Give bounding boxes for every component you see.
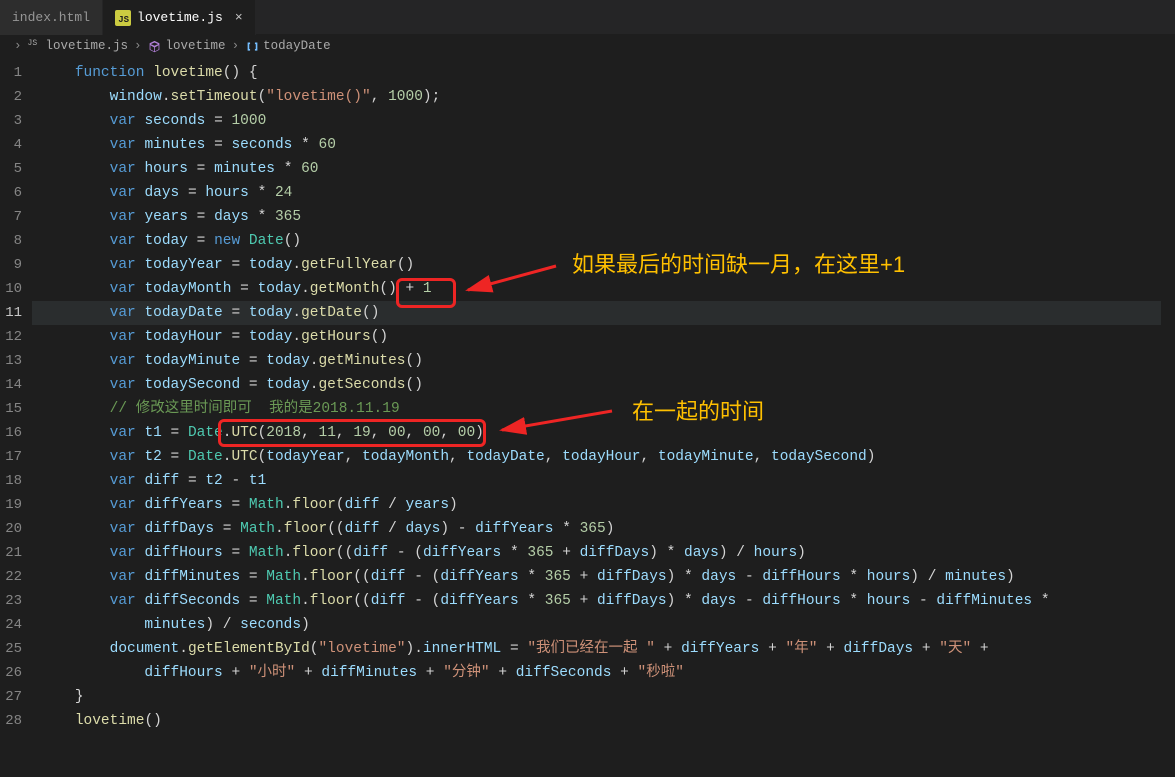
code-line[interactable]: window.setTimeout("lovetime()", 1000); [32, 85, 1175, 109]
code-line[interactable]: var diff = t2 - t1 [32, 469, 1175, 493]
code-line[interactable]: var today = new Date() [32, 229, 1175, 253]
breadcrumb-symbol[interactable]: lovetime [166, 39, 226, 53]
tab-label: lovetime.js [137, 10, 223, 25]
code-line[interactable]: var todayHour = today.getHours() [32, 325, 1175, 349]
tab-label: index.html [12, 10, 90, 25]
code-line[interactable]: var todaySecond = today.getSeconds() [32, 373, 1175, 397]
breadcrumb-file[interactable]: lovetime.js [46, 39, 129, 53]
code-line[interactable]: var hours = minutes * 60 [32, 157, 1175, 181]
code-line[interactable]: var minutes = seconds * 60 [32, 133, 1175, 157]
code-line[interactable]: var diffDays = Math.floor((diff / days) … [32, 517, 1175, 541]
code-line[interactable]: diffHours + "小时" + diffMinutes + "分钟" + … [32, 661, 1175, 685]
code-line[interactable]: var t2 = Date.UTC(todayYear, todayMonth,… [32, 445, 1175, 469]
code-line[interactable]: document.getElementById("lovetime").inne… [32, 637, 1175, 661]
chevron-right-icon: › [12, 39, 24, 53]
code-line[interactable]: } [32, 685, 1175, 709]
code-line[interactable]: var t1 = Date.UTC(2018, 11, 19, 00, 00, … [32, 421, 1175, 445]
code-line[interactable]: var diffSeconds = Math.floor((diff - (di… [32, 589, 1175, 613]
code-line[interactable]: var todayYear = today.getFullYear() [32, 253, 1175, 277]
code-line[interactable]: lovetime() [32, 709, 1175, 733]
code-line[interactable]: var diffYears = Math.floor(diff / years) [32, 493, 1175, 517]
code-line[interactable]: var diffMinutes = Math.floor((diff - (di… [32, 565, 1175, 589]
code-line[interactable]: var todayMonth = today.getMonth() + 1 [32, 277, 1175, 301]
code-line[interactable]: var days = hours * 24 [32, 181, 1175, 205]
code-line[interactable]: var diffHours = Math.floor((diff - (diff… [32, 541, 1175, 565]
code-line[interactable]: function lovetime() { [32, 61, 1175, 85]
code-line[interactable]: minutes) / seconds) [32, 613, 1175, 637]
tab-index-html[interactable]: index.html [0, 0, 103, 35]
cube-icon [148, 39, 162, 53]
js-icon: JS [115, 10, 131, 26]
chevron-right-icon: › [132, 39, 144, 53]
editor-tabs: index.html JS lovetime.js × [0, 0, 1175, 35]
code-editor[interactable]: 1234567891011121314151617181920212223242… [0, 57, 1175, 777]
chevron-right-icon: › [230, 39, 242, 53]
line-number-gutter: 1234567891011121314151617181920212223242… [0, 57, 32, 777]
tab-lovetime-js[interactable]: JS lovetime.js × [103, 0, 256, 35]
close-icon[interactable]: × [235, 10, 243, 25]
variable-icon [245, 39, 259, 53]
js-icon: JS [28, 39, 42, 53]
minimap[interactable] [1161, 57, 1175, 777]
breadcrumb: › JS lovetime.js › lovetime › todayDate [0, 35, 1175, 57]
code-line[interactable]: var todayMinute = today.getMinutes() [32, 349, 1175, 373]
code-line[interactable]: var seconds = 1000 [32, 109, 1175, 133]
code-line[interactable]: var todayDate = today.getDate() [32, 301, 1175, 325]
code-area[interactable]: function lovetime() { window.setTimeout(… [32, 57, 1175, 777]
code-line[interactable]: // 修改这里时间即可 我的是2018.11.19 [32, 397, 1175, 421]
code-line[interactable]: var years = days * 365 [32, 205, 1175, 229]
breadcrumb-symbol[interactable]: todayDate [263, 39, 331, 53]
